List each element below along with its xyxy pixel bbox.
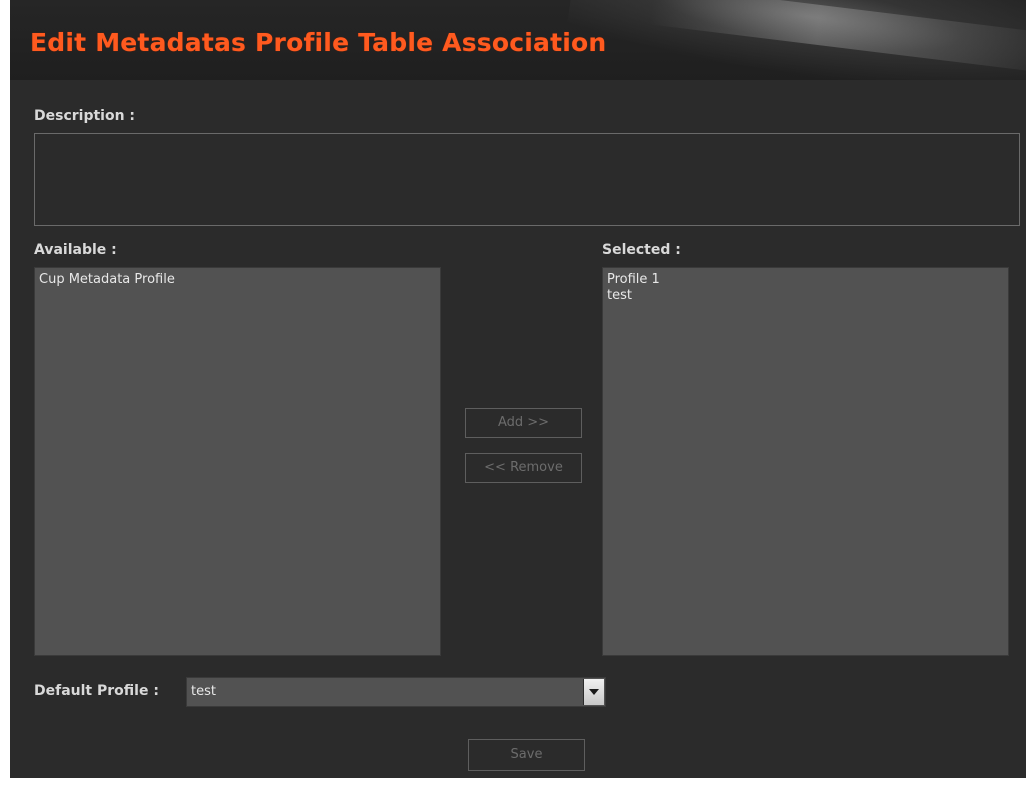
default-profile-label: Default Profile : (34, 683, 159, 699)
description-field[interactable] (34, 133, 1020, 226)
page-title: Edit Metadatas Profile Table Association (30, 28, 607, 57)
default-profile-select[interactable]: test (186, 677, 606, 707)
available-list-item[interactable]: Cup Metadata Profile (39, 272, 436, 288)
edit-association-panel: Edit Metadatas Profile Table Association… (10, 0, 1026, 778)
selected-list-item[interactable]: Profile 1 (607, 272, 1004, 288)
save-button[interactable]: Save (468, 739, 585, 771)
available-label: Available : (34, 242, 117, 258)
chevron-down-icon (589, 689, 599, 695)
selected-label: Selected : (602, 242, 681, 258)
available-list[interactable]: Cup Metadata Profile (34, 267, 441, 656)
description-label: Description : (34, 108, 136, 124)
dropdown-toggle[interactable] (583, 679, 604, 705)
default-profile-value: test (191, 684, 216, 699)
remove-button[interactable]: << Remove (465, 453, 582, 483)
selected-list-item[interactable]: test (607, 288, 1004, 304)
add-button[interactable]: Add >> (465, 408, 582, 438)
header-banner: Edit Metadatas Profile Table Association (10, 0, 1026, 80)
selected-list[interactable]: Profile 1 test (602, 267, 1009, 656)
